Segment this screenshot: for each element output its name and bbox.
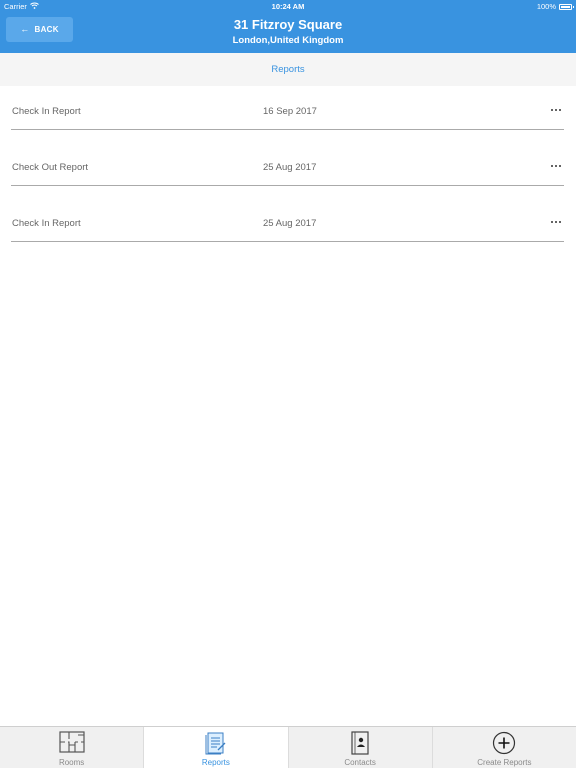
property-title-block: 31 Fitzroy Square London,United Kingdom (0, 17, 576, 48)
report-name: Check Out Report (12, 162, 89, 173)
tab-label: Reports (201, 758, 230, 767)
floorplan-icon (0, 731, 143, 753)
report-row[interactable]: Check In Report 16 Sep 2017 (0, 86, 576, 142)
tab-contacts[interactable]: Contacts (287, 727, 432, 768)
page-subtitle: London,United Kingdom (232, 35, 344, 46)
report-date: 25 Aug 2017 (263, 218, 317, 229)
tab-label: Rooms (58, 758, 85, 767)
document-icon (144, 731, 287, 755)
status-time: 10:24 AM (271, 2, 305, 11)
header-bar: Carrier 10:24 AM 100% ← BACK 31 Fitzroy … (0, 0, 576, 53)
report-date: 25 Aug 2017 (263, 162, 317, 173)
report-name: Check In Report (12, 218, 81, 229)
status-battery: 100% (536, 2, 574, 11)
more-options-icon[interactable] (548, 213, 564, 231)
more-options-icon[interactable] (548, 157, 564, 175)
section-title: Reports (271, 64, 305, 75)
tab-reports[interactable]: Reports (143, 727, 288, 768)
tab-bar: Rooms Reports Contacts Create Reports (0, 726, 576, 768)
report-row[interactable]: Check Out Report 25 Aug 2017 (0, 142, 576, 198)
contact-book-icon (289, 731, 432, 755)
more-options-icon[interactable] (548, 101, 564, 119)
plus-circle-icon (433, 731, 576, 755)
report-row[interactable]: Check In Report 25 Aug 2017 (0, 198, 576, 254)
tab-label: Create Reports (477, 758, 532, 767)
row-divider (11, 129, 564, 130)
report-name: Check In Report (12, 106, 81, 117)
app-root: Carrier 10:24 AM 100% ← BACK 31 Fitzroy … (0, 0, 576, 768)
tab-rooms[interactable]: Rooms (0, 727, 143, 768)
battery-percent: 100% (536, 2, 556, 11)
battery-icon (559, 3, 574, 10)
report-list: Check In Report 16 Sep 2017 Check Out Re… (0, 86, 576, 254)
section-header: Reports (0, 53, 576, 86)
tab-create-reports[interactable]: Create Reports (431, 727, 576, 768)
tab-label: Contacts (344, 758, 376, 767)
row-divider (11, 185, 564, 186)
page-title: 31 Fitzroy Square (233, 17, 343, 32)
report-date: 16 Sep 2017 (263, 106, 317, 117)
row-divider (11, 241, 564, 242)
status-bar: Carrier 10:24 AM 100% (0, 0, 576, 12)
